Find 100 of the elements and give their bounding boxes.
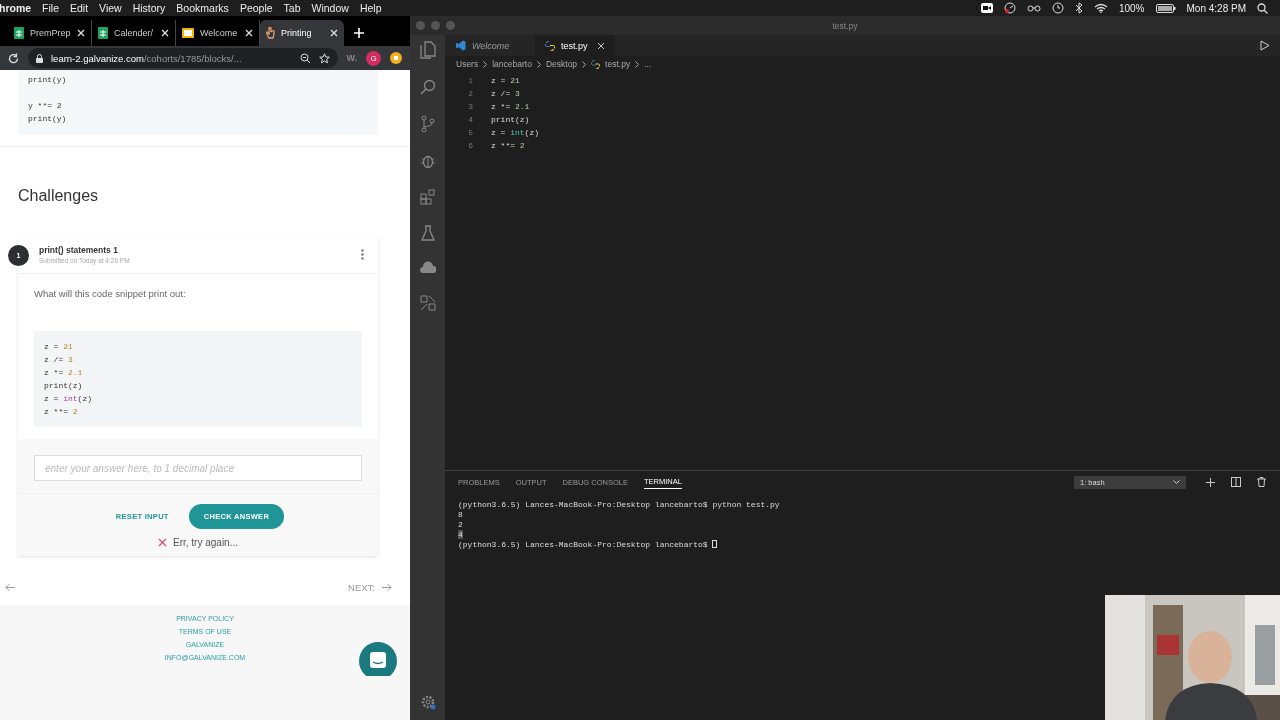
- run-icon[interactable]: [1260, 40, 1270, 51]
- line-number: 5: [467, 128, 473, 137]
- cloud-icon[interactable]: [419, 261, 436, 275]
- vscode-logo-icon: [455, 40, 466, 51]
- menubar-clock: Mon 4:28 PM: [1186, 2, 1246, 14]
- terminal-line: 2: [458, 519, 463, 529]
- code-line: z = int(z): [44, 393, 93, 405]
- section-heading: Challenges: [18, 187, 100, 205]
- close-icon[interactable]: [597, 41, 605, 50]
- breadcrumb-item[interactable]: lancebarto: [492, 59, 532, 69]
- breadcrumb-item[interactable]: Users: [456, 59, 479, 69]
- line-number: 4: [467, 115, 473, 124]
- lock-icon: [36, 53, 43, 63]
- sheet-icon: [98, 27, 108, 39]
- camera-icon[interactable]: [980, 3, 993, 13]
- menu-item[interactable]: View: [99, 2, 122, 14]
- line-number: 1: [467, 76, 473, 85]
- files-icon[interactable]: [419, 41, 436, 59]
- code-line: z /= 3: [44, 354, 74, 366]
- menu-item[interactable]: Tab: [283, 2, 301, 14]
- code-line: print(z): [491, 115, 530, 124]
- breadcrumb-item[interactable]: ...: [644, 59, 652, 69]
- menu-item[interactable]: Edit: [70, 2, 89, 14]
- menu-item[interactable]: Bookmarks: [176, 2, 229, 14]
- chevron-icon: [582, 60, 587, 68]
- clock-face-icon[interactable]: [1003, 2, 1016, 14]
- star-icon[interactable]: [318, 52, 330, 64]
- address-bar[interactable]: learn-2.galvanize.com/cohorts/1785/blocks/...: [28, 48, 338, 68]
- search-icon[interactable]: [1257, 2, 1268, 14]
- close-icon: [158, 538, 167, 547]
- chevron-icon: [635, 60, 640, 68]
- browser-tab[interactable]: Printing: [260, 20, 344, 46]
- terminal-line: (python3.6.5) Lances-MacBook-Pro:Desktop lancebarto$: [458, 539, 708, 549]
- wifi-icon[interactable]: [1093, 3, 1108, 13]
- battery-icon[interactable]: [1155, 3, 1176, 13]
- question-text: What will this code snippet print out:: [34, 288, 187, 299]
- trash-icon[interactable]: [1257, 477, 1266, 487]
- extensions-icon[interactable]: [419, 189, 436, 205]
- history-icon[interactable]: [1051, 2, 1064, 14]
- answer-field[interactable]: enter your answer here, to 1 decimal place: [34, 455, 362, 481]
- sheet-icon: [14, 27, 24, 39]
- code-line: z **= 2: [491, 141, 525, 150]
- code-line: z **= 2: [44, 406, 79, 418]
- menu-item[interactable]: Window: [311, 2, 349, 14]
- zoom-out-icon[interactable]: [299, 52, 311, 64]
- terminal-line: 8: [458, 509, 463, 519]
- bluetooth-icon[interactable]: [1074, 2, 1083, 14]
- line-number: 3: [467, 102, 473, 111]
- chevron-icon: [1173, 480, 1180, 484]
- more-icon[interactable]: [361, 249, 364, 260]
- profile-avatar[interactable]: G: [366, 50, 381, 66]
- bug-icon[interactable]: [419, 153, 436, 169]
- split-icon[interactable]: [1231, 477, 1241, 487]
- breadcrumb-item[interactable]: test.py: [605, 59, 631, 69]
- hand-icon: [266, 27, 275, 39]
- line-number: 6: [467, 141, 473, 150]
- python-icon: [545, 40, 555, 51]
- code-line: z *= 2.1: [491, 102, 530, 111]
- chevron-icon: [536, 60, 541, 68]
- feedback-message: Err, try again...: [173, 537, 238, 548]
- menu-item[interactable]: Help: [359, 2, 382, 14]
- code-line: print(z): [44, 380, 84, 392]
- glasses-icon[interactable]: [1026, 4, 1041, 12]
- line-number: 2: [467, 89, 473, 98]
- flask-icon[interactable]: [420, 225, 435, 241]
- code-line: z /= 3: [491, 89, 520, 98]
- menu-item[interactable]: File: [42, 2, 59, 14]
- challenge-title: print() statements 1: [39, 245, 119, 255]
- code-line: z = 21: [491, 76, 520, 85]
- chat-bubble-icon[interactable]: [359, 642, 397, 676]
- add-icon[interactable]: [1206, 477, 1215, 487]
- back-arrow-icon[interactable]: [5, 583, 16, 592]
- reload-icon[interactable]: [8, 52, 19, 64]
- code-line: y **= 2: [28, 100, 63, 112]
- menu-item[interactable]: History: [132, 2, 166, 14]
- python-icon: [591, 59, 601, 69]
- close-icon[interactable]: [77, 29, 85, 37]
- code-line: print(y): [28, 74, 68, 86]
- close-icon[interactable]: [161, 29, 169, 37]
- code-line: z *= 2.1: [44, 367, 84, 379]
- grid-icon[interactable]: [419, 295, 436, 311]
- forward-arrow-icon[interactable]: [381, 583, 392, 592]
- menu-item[interactable]: People: [239, 2, 273, 14]
- code-line: z = 21: [44, 341, 74, 353]
- new-tab-icon[interactable]: [354, 28, 364, 38]
- close-icon[interactable]: [330, 29, 338, 37]
- slides-icon: [182, 28, 194, 38]
- window-title: test.py: [832, 20, 858, 31]
- app-menu[interactable]: hrome: [0, 2, 32, 14]
- settings-icon[interactable]: [419, 694, 436, 710]
- chevron-icon: [483, 60, 488, 68]
- editor-tab[interactable]: Welcome: [445, 35, 535, 56]
- battery-percent: 100%: [1118, 2, 1145, 14]
- extension-icon[interactable]: [390, 52, 402, 64]
- source-control-icon[interactable]: [420, 115, 435, 133]
- editor-tab[interactable]: test.py: [535, 35, 615, 56]
- close-icon[interactable]: [245, 29, 253, 37]
- terminal-line: (python3.6.5) Lances-MacBook-Pro:Desktop lancebarto$ python test.py: [458, 499, 780, 509]
- breadcrumb-item[interactable]: Desktop: [545, 59, 578, 69]
- code-line: print(y): [28, 113, 68, 125]
